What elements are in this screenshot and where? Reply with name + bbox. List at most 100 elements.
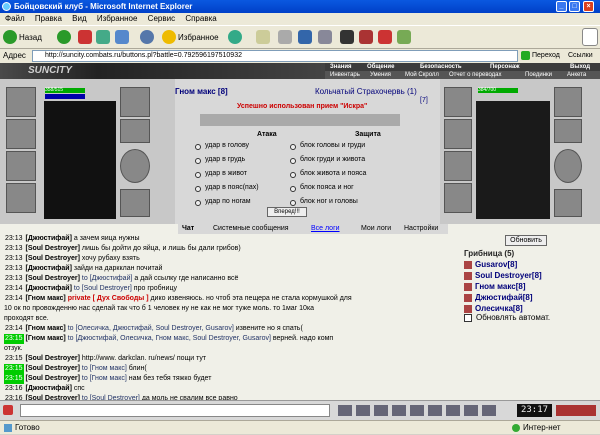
forward-icon[interactable]	[57, 30, 71, 44]
links-label[interactable]: Ссылки	[568, 49, 593, 63]
online-user[interactable]: Soul Destroyer[8]	[464, 270, 594, 281]
forward-button[interactable]: Вперед!!!	[267, 207, 307, 217]
player-slot-gloves[interactable]	[120, 87, 150, 117]
online-user[interactable]: Gusarov[8]	[464, 259, 594, 270]
online-user-name[interactable]: Gusarov[8]	[475, 260, 517, 269]
nav-scroll[interactable]: Мой Скролл	[405, 71, 439, 79]
attack-radio[interactable]	[195, 172, 201, 178]
menu-view[interactable]: Вид	[72, 14, 86, 23]
addon-star-icon[interactable]	[397, 30, 411, 44]
enemy-slot-shield[interactable]	[554, 149, 582, 183]
menu-favorites[interactable]: Избранное	[97, 14, 138, 23]
player-slot-weapon[interactable]	[6, 119, 36, 149]
chat-nick[interactable]: [Джюстифай]	[25, 385, 71, 392]
print-icon[interactable]	[278, 30, 292, 44]
player-slot-helmet[interactable]	[6, 87, 36, 117]
favorites-icon[interactable]	[162, 30, 176, 44]
player-slot-rings[interactable]	[120, 119, 150, 143]
defense-radio[interactable]	[290, 200, 296, 206]
help-icon[interactable]	[482, 405, 496, 416]
maximize-button[interactable]: □	[569, 1, 580, 12]
enemy-slot-helmet[interactable]	[444, 87, 472, 117]
addon-arrow-icon[interactable]	[359, 30, 373, 44]
clear-icon[interactable]	[3, 405, 13, 415]
nav-security[interactable]: Безопасность	[420, 63, 462, 71]
player-slot-armor[interactable]	[6, 151, 36, 181]
settings-icon[interactable]	[446, 405, 460, 416]
favorites-label[interactable]: Избранное	[178, 31, 219, 45]
refresh-icon[interactable]	[96, 30, 110, 44]
chat-nick[interactable]: [Гном макс]	[25, 335, 65, 342]
enemy-slot-weapon[interactable]	[444, 119, 472, 149]
minimize-button[interactable]: _	[556, 1, 567, 12]
nav-battles[interactable]: Поединки	[525, 71, 552, 79]
menu-edit[interactable]: Правка	[35, 14, 62, 23]
chat-nick[interactable]: [Soul Destroyer]	[25, 365, 79, 372]
online-user-name[interactable]: Олесичка[8]	[475, 304, 523, 313]
player-slot-belt[interactable]	[6, 183, 36, 213]
attack-radio[interactable]	[195, 200, 201, 206]
nav-knowledge[interactable]: Знания	[330, 63, 352, 71]
sound-icon[interactable]	[392, 405, 406, 416]
attack-radio[interactable]	[195, 144, 201, 150]
nav-skills[interactable]: Умения	[370, 71, 391, 79]
addon-k-icon[interactable]	[340, 30, 354, 44]
online-user-name[interactable]: Джюстифай[8]	[475, 293, 533, 302]
online-user[interactable]: Джюстифай[8]	[464, 292, 594, 303]
log-icon[interactable]	[428, 405, 442, 416]
attack-radio[interactable]	[195, 158, 201, 164]
translit-icon[interactable]	[356, 405, 370, 416]
media-icon[interactable]	[228, 30, 242, 44]
back-label[interactable]: Назад	[19, 31, 42, 45]
tab-settings[interactable]: Настройки	[404, 224, 438, 234]
home-icon[interactable]	[115, 30, 129, 44]
player-slot-boots[interactable]	[120, 189, 150, 217]
mail-icon[interactable]	[256, 30, 270, 44]
chat-nick[interactable]: [Джюстифай]	[25, 265, 71, 272]
defense-radio[interactable]	[290, 158, 296, 164]
nav-transfers[interactable]: Отчет о переводах	[449, 71, 502, 79]
chat-recipient[interactable]: to [Гном макс]	[80, 365, 127, 372]
search-icon[interactable]	[140, 30, 154, 44]
player-slot-shield[interactable]	[120, 149, 150, 183]
nav-profile[interactable]: Анкета	[567, 71, 586, 79]
go-icon[interactable]	[521, 51, 530, 60]
chat-nick[interactable]: [Гном макс]	[25, 325, 65, 332]
tab-my-logs[interactable]: Мои логи	[361, 224, 391, 234]
chat-nick[interactable]: [Джюстифай]	[25, 285, 71, 292]
refresh-button[interactable]: Обновить	[505, 235, 547, 246]
discuss-icon[interactable]	[318, 30, 332, 44]
enemy-slot-rings[interactable]	[554, 119, 582, 143]
menu-help[interactable]: Справка	[185, 14, 216, 23]
enemy-slot-gloves[interactable]	[554, 87, 582, 117]
chat-nick[interactable]: [Джюстифай]	[25, 235, 71, 242]
enemy-slot-belt[interactable]	[444, 183, 472, 213]
enemy-name[interactable]: Кольчатый Страхочервь (1)	[315, 87, 417, 96]
menu-tools[interactable]: Сервис	[148, 14, 175, 23]
chat-nick[interactable]: [Soul Destroyer]	[25, 375, 79, 382]
chat-nick[interactable]: [Soul Destroyer]	[25, 245, 79, 252]
online-user[interactable]: Гном макс[8]	[464, 281, 594, 292]
nav-communication[interactable]: Общение	[367, 63, 394, 71]
tab-all-logs[interactable]: Все логи	[311, 224, 340, 234]
chat-recipient[interactable]: to [Джюстифай, Олесичка, Гном макс, Soul…	[66, 335, 271, 342]
smiles-icon[interactable]	[338, 405, 352, 416]
nav-exit[interactable]: Выход	[570, 63, 590, 71]
attack-radio[interactable]	[195, 186, 201, 192]
online-user-name[interactable]: Soul Destroyer[8]	[475, 271, 542, 280]
address-input[interactable]: http://suncity.combats.ru/buttons.pl?bat…	[32, 50, 518, 62]
defense-radio[interactable]	[290, 144, 296, 150]
tab-chat[interactable]: Чат	[182, 224, 194, 234]
chat-recipient[interactable]: to [Soul Destroyer]	[72, 285, 132, 292]
enemy-slot-boots[interactable]	[554, 189, 582, 217]
nav-character[interactable]: Персонаж	[490, 63, 520, 71]
close-button[interactable]: ×	[583, 1, 594, 12]
chat-nick[interactable]: [Soul Destroyer]	[25, 255, 79, 262]
menu-file[interactable]: Файл	[5, 14, 25, 23]
nav-inventory[interactable]: Инвентарь	[330, 71, 360, 79]
go-label[interactable]: Переход	[532, 49, 560, 63]
filter-icon[interactable]	[374, 405, 388, 416]
online-user-name[interactable]: Гном макс[8]	[475, 282, 525, 291]
chat-recipient[interactable]: to [Олесичка, Джюстифай, Soul Destroyer,…	[66, 325, 234, 332]
chat-nick[interactable]: [Soul Destroyer]	[25, 355, 79, 362]
